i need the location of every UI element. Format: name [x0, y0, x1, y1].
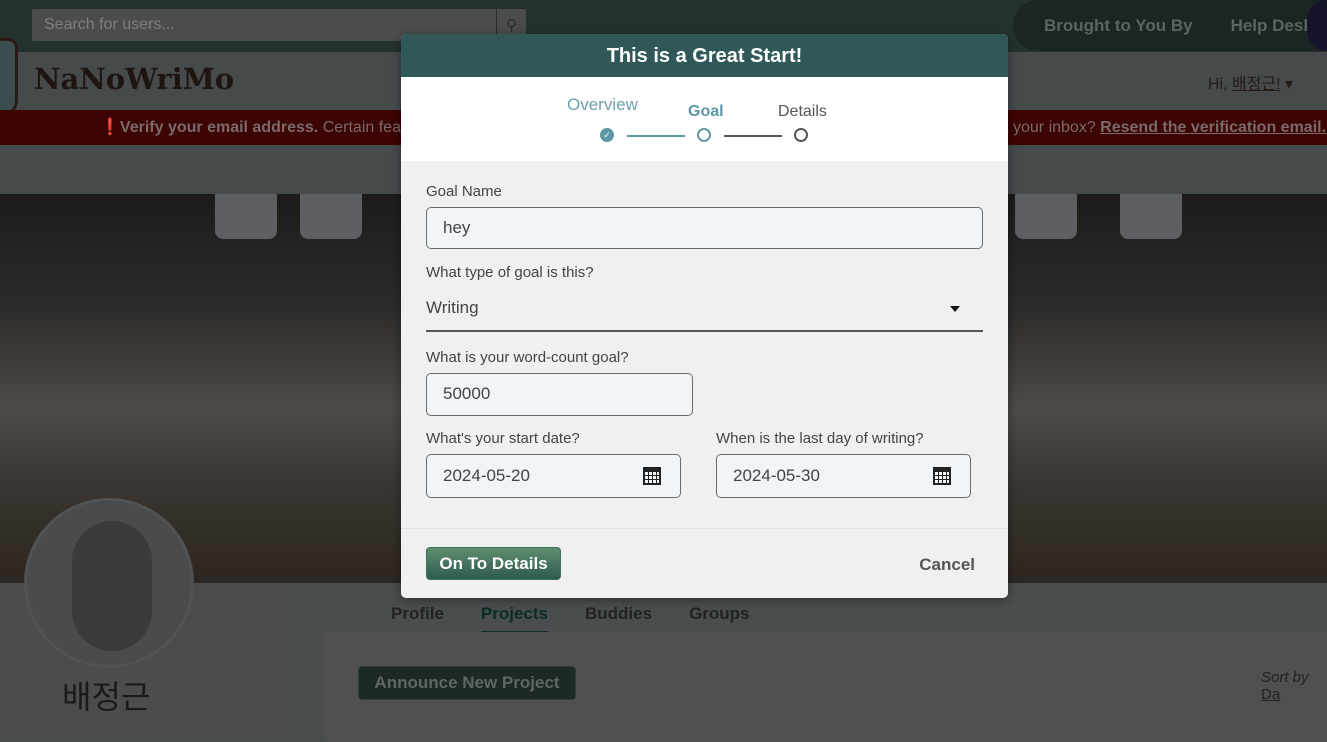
sort-label: Sort by: [1261, 669, 1309, 686]
goal-name-label: Goal Name: [426, 183, 502, 200]
tab-buddies[interactable]: Buddies: [585, 604, 652, 624]
avatar: [24, 498, 194, 668]
announce-new-project-button[interactable]: Announce New Project: [358, 666, 576, 700]
sort-select[interactable]: Da: [1261, 686, 1280, 703]
account-badge[interactable]: [1307, 0, 1327, 51]
step-connector: [627, 135, 685, 137]
step-connector: [724, 135, 782, 137]
help-desk-link[interactable]: Help Desk: [1231, 16, 1313, 36]
step-overview[interactable]: Overview: [567, 95, 638, 115]
on-to-details-button[interactable]: On To Details: [426, 547, 561, 580]
goal-modal: This is a Great Start! Overview Goal Det…: [401, 34, 1008, 598]
end-date-value: 2024-05-30: [733, 466, 820, 485]
logo-shield-icon: [0, 38, 18, 118]
step-details: Details: [778, 103, 827, 120]
end-date-input[interactable]: 2024-05-30: [716, 454, 971, 498]
resend-verification-link[interactable]: Resend the verification email.: [1100, 119, 1326, 136]
start-date-value: 2024-05-20: [443, 466, 530, 485]
username-link[interactable]: 배정근!: [1232, 76, 1281, 93]
goal-type-value: Writing: [426, 298, 479, 317]
pending-step-circle-icon: [794, 128, 808, 142]
banner-title: Verify your email address.: [119, 119, 319, 136]
brought-to-you-by-link[interactable]: Brought to You By: [1044, 16, 1193, 36]
profile-tabs: Profile Projects Buddies Groups: [391, 604, 750, 639]
end-date-label: When is the last day of writing?: [716, 430, 924, 447]
current-step-circle-icon: [697, 128, 711, 142]
word-count-label: What is your word-count goal?: [426, 349, 629, 366]
tab-profile[interactable]: Profile: [391, 604, 444, 624]
word-count-input[interactable]: 50000: [426, 373, 693, 416]
cancel-button[interactable]: Cancel: [919, 555, 975, 575]
caret-down-icon: [950, 306, 960, 312]
step-goal[interactable]: Goal: [688, 103, 724, 121]
calendar-icon[interactable]: [933, 467, 951, 485]
goal-type-label: What type of goal is this?: [426, 264, 594, 281]
tab-projects[interactable]: Projects: [480, 604, 549, 639]
profile-name: 배정근: [62, 678, 151, 716]
top-links: Brought to You By Help Desk: [1013, 0, 1327, 51]
caret-down-icon: ▾: [1284, 76, 1293, 93]
start-date-label: What's your start date?: [426, 430, 580, 447]
site-logo[interactable]: NaNoWriMo: [34, 62, 234, 96]
goal-name-input[interactable]: hey: [426, 207, 983, 249]
modal-title: This is a Great Start!: [401, 34, 1008, 77]
sort-by: Sort by Da: [1261, 669, 1327, 703]
stepper: Overview Goal Details: [401, 77, 1008, 161]
calendar-icon[interactable]: [643, 467, 661, 485]
greeting: Hi,: [1207, 76, 1232, 93]
goal-type-select[interactable]: Writing: [426, 288, 983, 332]
banner-text-right: your inbox?: [1013, 119, 1101, 136]
start-date-input[interactable]: 2024-05-20: [426, 454, 681, 498]
user-menu[interactable]: Hi, 배정근! ▾: [1208, 70, 1293, 94]
tab-groups[interactable]: Groups: [689, 604, 749, 624]
check-circle-icon: ✓: [600, 128, 614, 142]
alert-icon: ❗: [100, 119, 120, 136]
modal-footer: On To Details Cancel: [401, 528, 1008, 598]
